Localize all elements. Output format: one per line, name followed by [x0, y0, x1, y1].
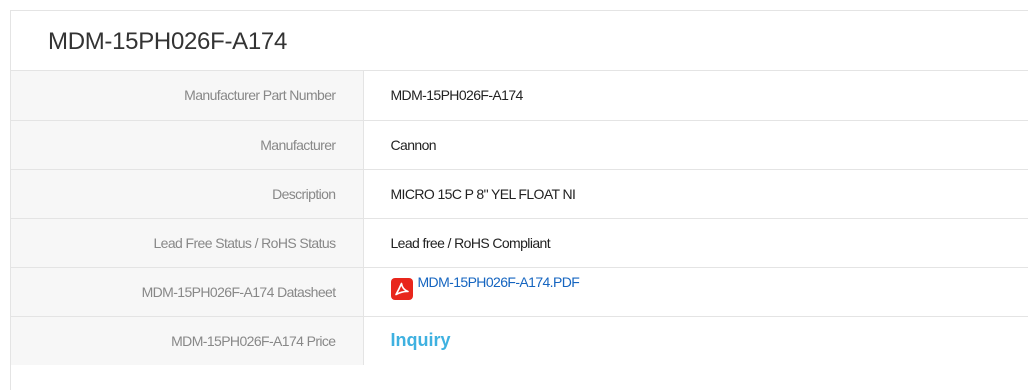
datasheet-link-text: MDM-15PH026F-A174.PDF	[417, 274, 580, 290]
rohs-status-value: Lead free / RoHS Compliant	[363, 218, 1028, 268]
description-value: MICRO 15C P 8" YEL FLOAT NI	[363, 169, 1028, 219]
table-row: Manufacturer Cannon	[11, 120, 1028, 170]
product-spec-panel: MDM-15PH026F-A174 Manufacturer Part Numb…	[10, 10, 1028, 390]
pdf-icon	[390, 278, 413, 300]
row-label: Lead Free Status / RoHS Status	[11, 218, 364, 268]
row-label: Manufacturer	[11, 120, 364, 170]
price-cell: Inquiry	[363, 316, 1028, 365]
row-label: Manufacturer Part Number	[11, 71, 364, 121]
row-label: Description	[11, 169, 364, 219]
page-title: MDM-15PH026F-A174	[11, 11, 1028, 71]
table-row: MDM-15PH026F-A174 Datasheet MDM-15PH026F…	[11, 267, 1028, 317]
table-row: Description MICRO 15C P 8" YEL FLOAT NI	[11, 169, 1028, 219]
spec-table: Manufacturer Part Number MDM-15PH026F-A1…	[11, 71, 1028, 365]
table-row: MDM-15PH026F-A174 Price Inquiry	[11, 316, 1028, 365]
inquiry-link[interactable]: Inquiry	[391, 330, 451, 350]
table-row: Lead Free Status / RoHS Status Lead free…	[11, 218, 1028, 268]
part-number-value: MDM-15PH026F-A174	[363, 71, 1028, 121]
row-label: MDM-15PH026F-A174 Datasheet	[11, 267, 364, 317]
table-row: Manufacturer Part Number MDM-15PH026F-A1…	[11, 71, 1028, 121]
row-label: MDM-15PH026F-A174 Price	[11, 316, 364, 365]
datasheet-cell: MDM-15PH026F-A174.PDF	[363, 267, 1028, 317]
datasheet-link[interactable]: MDM-15PH026F-A174.PDF	[390, 274, 580, 300]
manufacturer-value: Cannon	[363, 120, 1028, 170]
